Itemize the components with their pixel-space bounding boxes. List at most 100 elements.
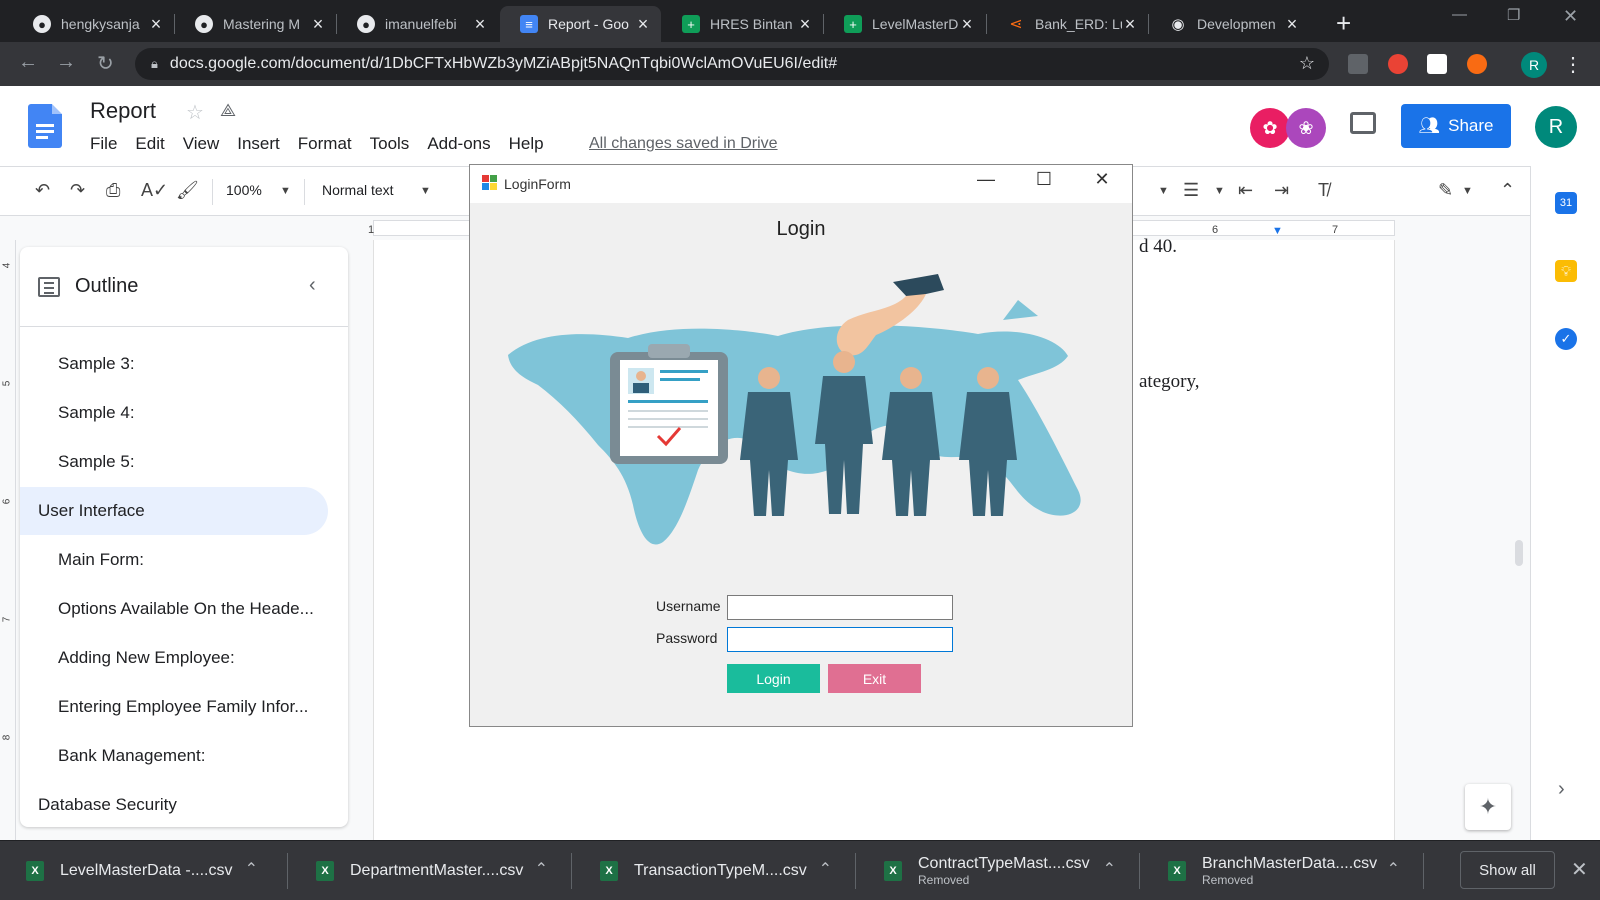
close-window-icon[interactable]: ✕	[1563, 6, 1578, 27]
chevron-up-icon[interactable]: ⌃	[1387, 859, 1400, 879]
close-tab-icon[interactable]: ×	[310, 14, 326, 35]
redo-icon[interactable]: ↷	[70, 180, 85, 201]
chevron-up-icon[interactable]: ⌃	[245, 859, 258, 879]
outline-item[interactable]: Entering Employee Family Infor...	[20, 683, 328, 731]
extension-icon[interactable]	[1467, 54, 1487, 74]
extension-icon[interactable]	[1388, 54, 1408, 74]
chevron-left-icon[interactable]: ‹	[309, 274, 316, 297]
bulleted-list-icon[interactable]: ☰	[1183, 180, 1199, 201]
close-tab-icon[interactable]: ×	[472, 14, 488, 35]
download-item[interactable]: X ContractTypeMast....csv Removed ⌃	[858, 841, 1138, 900]
tasks-icon[interactable]: ✓	[1555, 328, 1577, 350]
menu-insert[interactable]: Insert	[237, 134, 280, 154]
close-tab-icon[interactable]: ×	[635, 14, 651, 35]
browser-tab[interactable]: ◉ Developmen ×	[1149, 6, 1310, 42]
star-icon[interactable]: ☆	[186, 100, 204, 125]
address-bar[interactable]: 🔒︎ docs.google.com/document/d/1DbCFTxHbW…	[135, 48, 1329, 80]
download-item[interactable]: X TransactionTypeM....csv ⌃	[574, 841, 854, 900]
indent-marker-icon[interactable]: ▼	[1272, 225, 1283, 237]
explore-icon[interactable]: ✦	[1465, 784, 1511, 830]
browser-tab[interactable]: ● imanuelfebi ×	[337, 6, 498, 42]
close-tab-icon[interactable]: ×	[959, 14, 975, 35]
browser-tab[interactable]: + LevelMasterD ×	[824, 6, 985, 42]
collaborator-avatar[interactable]: ❀	[1286, 108, 1326, 148]
menu-help[interactable]: Help	[509, 134, 544, 154]
decrease-indent-icon[interactable]: ⇤	[1238, 180, 1253, 201]
chevron-down-icon[interactable]: ▼	[420, 185, 431, 197]
outline-item[interactable]: Database Security	[20, 781, 328, 827]
move-to-drive-icon[interactable]: ⟁	[220, 100, 236, 121]
download-item[interactable]: X LevelMasterData -....csv ⌃	[0, 841, 280, 900]
increase-indent-icon[interactable]: ⇥	[1274, 180, 1289, 201]
close-tab-icon[interactable]: ×	[148, 14, 164, 35]
outline-item[interactable]: Adding New Employee:	[20, 634, 328, 682]
close-icon[interactable]: ✕	[1082, 169, 1122, 190]
browser-tab[interactable]: ⋖ Bank_ERD: Lu ×	[987, 6, 1148, 42]
scrollbar-thumb[interactable]	[1515, 540, 1523, 566]
spellcheck-icon[interactable]: A✓	[141, 180, 168, 201]
clear-formatting-icon[interactable]: T̸	[1318, 180, 1329, 201]
outline-item[interactable]: Options Available On the Heade...	[20, 585, 328, 633]
browser-tab[interactable]: ● hengkysanja ×	[13, 6, 174, 42]
chevron-up-icon[interactable]: ⌃	[1103, 859, 1116, 879]
close-download-bar-icon[interactable]: ✕	[1571, 857, 1588, 882]
password-input[interactable]	[727, 627, 953, 652]
print-icon[interactable]: ⎙	[106, 180, 120, 201]
keep-icon[interactable]: 💡︎	[1555, 260, 1577, 282]
editing-mode-icon[interactable]: ✎	[1438, 180, 1453, 201]
forward-icon[interactable]: →	[56, 51, 76, 74]
close-tab-icon[interactable]: ×	[797, 14, 813, 35]
paint-format-icon[interactable]: 🖌︎	[176, 180, 199, 201]
outline-item[interactable]: Sample 3:	[20, 340, 328, 388]
back-icon[interactable]: ←	[18, 51, 38, 74]
download-item[interactable]: X BranchMasterData....csv Removed ⌃	[1142, 841, 1422, 900]
outline-item[interactable]: Main Form:	[20, 536, 328, 584]
show-all-downloads-button[interactable]: Show all	[1460, 851, 1555, 889]
minimize-window-icon[interactable]: —	[1452, 6, 1467, 23]
menu-view[interactable]: View	[183, 134, 220, 154]
window-titlebar[interactable]: LoginForm — ☐ ✕	[470, 165, 1132, 203]
menu-edit[interactable]: Edit	[135, 134, 164, 154]
chevron-down-icon[interactable]: ▼	[1158, 185, 1169, 197]
chevron-up-icon[interactable]: ⌃	[535, 859, 548, 879]
outline-item[interactable]: Bank Management:	[20, 732, 328, 780]
comments-icon[interactable]	[1350, 112, 1376, 134]
close-tab-icon[interactable]: ×	[1122, 14, 1138, 35]
maximize-icon[interactable]: ☐	[1024, 169, 1064, 190]
login-button[interactable]: Login	[727, 664, 820, 693]
minimize-icon[interactable]: —	[966, 169, 1006, 190]
bookmark-star-icon[interactable]: ☆	[1299, 53, 1315, 74]
browser-tab[interactable]: + HRES Bintan ×	[662, 6, 823, 42]
chevron-down-icon[interactable]: ▼	[1462, 185, 1473, 197]
save-status[interactable]: All changes saved in Drive	[589, 135, 778, 153]
download-item[interactable]: X DepartmentMaster....csv ⌃	[290, 841, 570, 900]
browser-profile-avatar[interactable]: R	[1521, 52, 1547, 78]
menu-addons[interactable]: Add-ons	[427, 134, 490, 154]
new-tab-button[interactable]: +	[1336, 8, 1351, 39]
outline-item[interactable]: Sample 5:	[20, 438, 328, 486]
browser-tab-active[interactable]: ≡ Report - Goo ×	[500, 6, 661, 42]
chevron-down-icon[interactable]: ▼	[280, 185, 291, 197]
undo-icon[interactable]: ↶	[35, 180, 50, 201]
paragraph-style-select[interactable]: Normal text	[322, 182, 394, 198]
share-button[interactable]: 👥︎ Share	[1401, 104, 1511, 148]
browser-menu-icon[interactable]: ⋮	[1563, 52, 1583, 77]
menu-file[interactable]: File	[90, 134, 117, 154]
chevron-up-icon[interactable]: ⌃	[819, 859, 832, 879]
menu-format[interactable]: Format	[298, 134, 352, 154]
docs-logo-icon[interactable]	[28, 104, 62, 148]
collapse-menus-icon[interactable]: ⌃	[1500, 180, 1515, 201]
menu-tools[interactable]: Tools	[370, 134, 410, 154]
account-avatar[interactable]: R	[1535, 106, 1577, 148]
username-input[interactable]	[727, 595, 953, 620]
chevron-down-icon[interactable]: ▼	[1214, 185, 1225, 197]
reload-icon[interactable]: ↻	[97, 51, 114, 76]
calendar-icon[interactable]: 31	[1555, 192, 1577, 214]
exit-button[interactable]: Exit	[828, 664, 921, 693]
extension-icon[interactable]	[1427, 54, 1447, 74]
browser-tab[interactable]: ● Mastering M ×	[175, 6, 336, 42]
zoom-select[interactable]: 100%	[226, 182, 262, 198]
collaborator-avatar[interactable]: ✿	[1250, 108, 1290, 148]
chevron-right-icon[interactable]: ›	[1558, 778, 1565, 801]
document-title[interactable]: Report	[90, 98, 156, 124]
